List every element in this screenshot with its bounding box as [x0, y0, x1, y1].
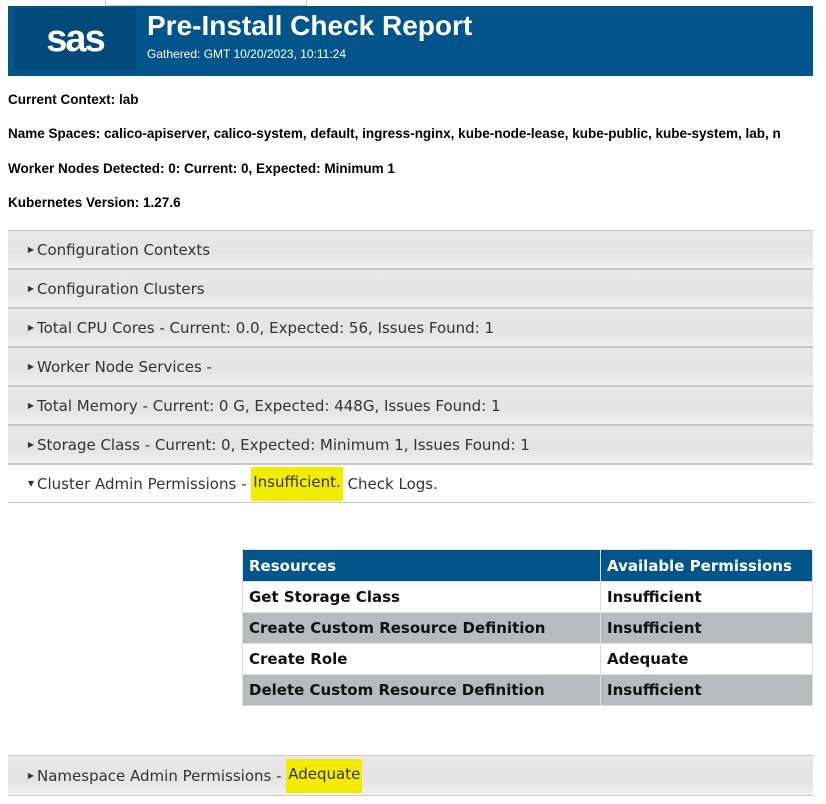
column-header: Resources	[242, 549, 601, 582]
permission-cell: Insufficient	[600, 612, 813, 644]
permission-cell: Insufficient	[600, 581, 813, 613]
caret-right-icon: ▶	[27, 771, 34, 780]
section-label: Total Memory - Current: 0 G, Expected: 4…	[37, 396, 501, 415]
section-namespace-admin-permissions[interactable]: ▶ Namespace Admin Permissions - Adequate	[8, 755, 813, 796]
section-configuration-clusters[interactable]: ▶ Configuration Clusters	[8, 269, 813, 308]
caret-right-icon: ▶	[27, 440, 34, 449]
section-label: Configuration Clusters	[37, 279, 205, 298]
table-row: Create Role Adequate	[242, 643, 813, 675]
section-label: Cluster Admin Permissions -	[37, 474, 252, 493]
section-suffix: Check Logs.	[342, 474, 438, 493]
section-label: Configuration Contexts	[37, 240, 211, 259]
status-highlight: Adequate	[286, 758, 363, 793]
page-title: Pre-Install Check Report	[147, 10, 473, 41]
worker-nodes: Worker Nodes Detected: 0: Current: 0, Ex…	[8, 161, 395, 176]
section-worker-node-services[interactable]: ▶ Worker Node Services -	[8, 347, 813, 386]
section-label: Storage Class - Current: 0, Expected: Mi…	[37, 435, 530, 454]
section-label: Worker Node Services -	[37, 357, 212, 376]
kubernetes-version: Kubernetes Version: 1.27.6	[8, 195, 181, 210]
current-context: Current Context: lab	[8, 92, 139, 107]
section-configuration-contexts[interactable]: ▶ Configuration Contexts	[8, 230, 813, 269]
permissions-table: Resources Available Permissions Get Stor…	[242, 549, 813, 706]
section-label: Total CPU Cores - Current: 0.0, Expected…	[37, 318, 495, 337]
section-cluster-admin-permissions[interactable]: ▼ Cluster Admin Permissions - Insufficien…	[8, 464, 813, 503]
section-storage-class[interactable]: ▶ Storage Class - Current: 0, Expected: M…	[8, 425, 813, 464]
table-row: Get Storage Class Insufficient	[242, 581, 813, 613]
sas-logo: sas	[14, 8, 136, 70]
section-label: Namespace Admin Permissions -	[37, 766, 287, 785]
report-header: sas Pre-Install Check Report Gathered: G…	[8, 6, 813, 76]
caret-right-icon: ▶	[27, 323, 34, 332]
permission-cell: Insufficient	[600, 674, 813, 706]
resource-cell: Delete Custom Resource Definition	[242, 674, 601, 706]
caret-right-icon: ▶	[27, 401, 34, 410]
gathered-timestamp: Gathered: GMT 10/20/2023, 10:11:24	[147, 47, 347, 61]
section-total-cpu-cores[interactable]: ▶ Total CPU Cores - Current: 0.0, Expecte…	[8, 308, 813, 347]
caret-right-icon: ▶	[27, 245, 34, 254]
caret-right-icon: ▶	[27, 362, 34, 371]
caret-down-icon: ▼	[27, 479, 34, 488]
table-header-row: Resources Available Permissions	[242, 549, 813, 582]
resource-cell: Create Role	[242, 643, 601, 675]
name-spaces: Name Spaces: calico-apiserver, calico-sy…	[8, 126, 781, 141]
column-header: Available Permissions	[600, 549, 813, 582]
caret-right-icon: ▶	[27, 284, 34, 293]
table-row: Delete Custom Resource Definition Insuffi…	[242, 674, 813, 706]
section-total-memory[interactable]: ▶ Total Memory - Current: 0 G, Expected: …	[8, 386, 813, 425]
table-row: Create Custom Resource Definition Insuffi…	[242, 612, 813, 644]
permission-cell: Adequate	[600, 643, 813, 675]
status-highlight: Insufficient.	[251, 466, 343, 501]
resource-cell: Get Storage Class	[242, 581, 601, 613]
resource-cell: Create Custom Resource Definition	[242, 612, 601, 644]
